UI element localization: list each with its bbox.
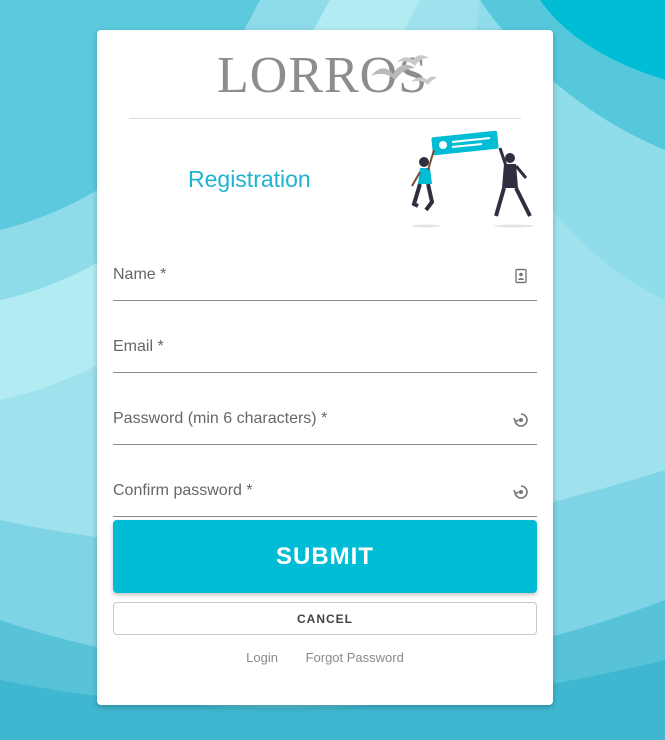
confirm-password-field-label: Confirm password * bbox=[113, 482, 253, 499]
email-field[interactable]: Email * bbox=[113, 332, 537, 373]
confirm-password-field[interactable]: Confirm password * bbox=[113, 476, 537, 517]
contact-card-icon bbox=[515, 268, 527, 284]
login-link[interactable]: Login bbox=[246, 650, 278, 665]
celebration-illustration bbox=[411, 130, 534, 228]
name-field-label: Name * bbox=[113, 266, 167, 283]
footer-links: Login Forgot Password bbox=[97, 650, 553, 665]
lorros-logo: LORROS bbox=[217, 44, 437, 106]
email-field-label: Email * bbox=[113, 338, 164, 355]
password-field-label: Password (min 6 characters) * bbox=[113, 410, 328, 427]
birds-icon bbox=[371, 55, 437, 85]
cancel-button[interactable]: CANCEL bbox=[113, 602, 537, 635]
password-visibility-icon[interactable] bbox=[513, 412, 529, 428]
submit-button[interactable]: SUBMIT bbox=[113, 520, 537, 593]
forgot-password-link[interactable]: Forgot Password bbox=[306, 650, 404, 665]
header-divider bbox=[129, 118, 521, 119]
password-visibility-icon[interactable] bbox=[513, 484, 529, 500]
registration-card: LORROS Registration Name * Email * Passw… bbox=[97, 30, 553, 705]
name-field[interactable]: Name * bbox=[113, 260, 537, 301]
page-title: Registration bbox=[188, 166, 311, 192]
password-field[interactable]: Password (min 6 characters) * bbox=[113, 404, 537, 445]
